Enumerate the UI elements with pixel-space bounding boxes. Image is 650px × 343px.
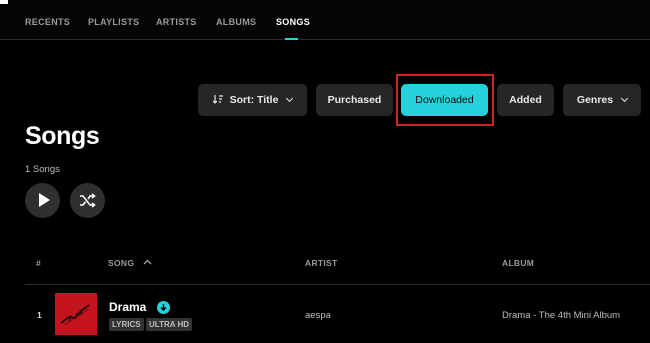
added-filter-button[interactable]: Added [497, 84, 554, 116]
lyrics-badge: LYRICS [109, 318, 144, 331]
genres-dropdown[interactable]: Genres [563, 84, 641, 116]
album-art[interactable] [55, 293, 97, 335]
play-button[interactable] [25, 183, 60, 218]
column-header-song[interactable]: SONG [108, 258, 152, 268]
sort-label: Sort: Title [229, 94, 279, 106]
purchased-filter-button[interactable]: Purchased [316, 84, 393, 116]
song-title[interactable]: Drama [109, 300, 146, 314]
ultra-hd-badge: ULTRA HD [146, 318, 192, 331]
tab-albums[interactable]: ALBUMS [216, 17, 256, 27]
downloaded-filter-button[interactable]: Downloaded [401, 84, 488, 116]
column-header-artist[interactable]: ARTIST [305, 258, 338, 268]
active-tab-indicator [285, 38, 298, 40]
table-header-divider [25, 284, 650, 285]
column-header-song-label: SONG [108, 258, 135, 268]
tab-songs[interactable]: SONGS [276, 17, 310, 27]
tab-playlists[interactable]: PLAYLISTS [88, 17, 139, 27]
chevron-down-icon [286, 94, 294, 103]
downloaded-icon [157, 301, 170, 314]
column-header-album[interactable]: ALBUM [502, 258, 534, 268]
sort-button[interactable]: Sort: Title [198, 84, 307, 116]
song-album[interactable]: Drama - The 4th Mini Album [502, 310, 620, 321]
song-artist[interactable]: aespa [305, 310, 331, 321]
library-tabs: RECENTS PLAYLISTS ARTISTS ALBUMS SONGS [0, 0, 650, 40]
sort-ascending-icon [143, 259, 152, 265]
shuffle-icon [80, 193, 96, 208]
tab-artists[interactable]: ARTISTS [156, 17, 197, 27]
chevron-down-icon [621, 94, 629, 103]
song-count: 1 Songs [25, 164, 60, 175]
tab-recents[interactable]: RECENTS [25, 17, 70, 27]
window-edge [0, 0, 8, 4]
shuffle-button[interactable] [70, 183, 105, 218]
page-title: Songs [25, 122, 100, 150]
column-header-number: # [36, 258, 42, 268]
sort-icon [212, 94, 224, 107]
play-icon [39, 193, 50, 207]
genres-label: Genres [576, 94, 614, 106]
track-number: 1 [37, 310, 42, 320]
